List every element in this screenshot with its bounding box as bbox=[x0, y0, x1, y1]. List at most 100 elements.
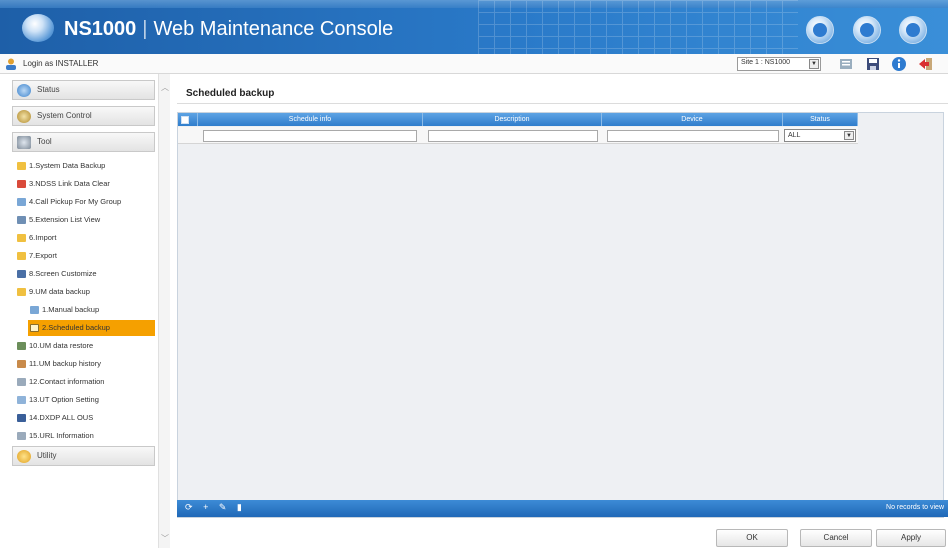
user-list-icon[interactable] bbox=[838, 56, 854, 72]
sidebar-item-label: 8.Screen Customize bbox=[29, 269, 97, 278]
column-header-schedule-info[interactable]: Schedule info bbox=[198, 113, 423, 126]
sidebar-item-label: 10.UM data restore bbox=[29, 341, 94, 350]
sidebar-item-label: 14.DXDP ALL OUS bbox=[29, 413, 94, 422]
history-icon bbox=[17, 360, 26, 368]
status-icon bbox=[17, 84, 31, 97]
title-separator: | bbox=[142, 18, 148, 40]
sidebar-item-label: 3.NDSS Link Data Clear bbox=[29, 179, 110, 188]
sidebar-item-label: 15.URL Information bbox=[29, 431, 94, 440]
column-header-device[interactable]: Device bbox=[602, 113, 783, 126]
ok-button[interactable]: OK bbox=[716, 529, 788, 547]
column-header-status[interactable]: Status bbox=[783, 113, 858, 126]
sidebar-item-call-pickup[interactable]: 4.Call Pickup For My Group bbox=[15, 194, 155, 210]
chevron-down-icon: ▼ bbox=[844, 131, 854, 140]
sidebar-item-um-data-restore[interactable]: 10.UM data restore bbox=[15, 338, 155, 354]
sidebar-item-extension-list-view[interactable]: 5.Extension List View bbox=[15, 212, 155, 228]
select-all-checkbox[interactable] bbox=[181, 116, 189, 124]
phone-icon bbox=[17, 396, 26, 404]
site-select[interactable]: Site 1 : NS1000 ▼ bbox=[737, 57, 821, 71]
sidebar: Status System Control Tool 1.System Data… bbox=[0, 74, 170, 548]
sidebar-item-dxdp-all-ous[interactable]: 14.DXDP ALL OUS bbox=[15, 410, 155, 426]
tools-icon[interactable] bbox=[853, 16, 881, 44]
scroll-up-icon[interactable]: ︿ bbox=[161, 82, 169, 93]
header-decoration bbox=[478, 0, 798, 54]
sidebar-item-scheduled-backup[interactable]: 2.Scheduled backup bbox=[28, 320, 155, 336]
sidebar-header-label: Utility bbox=[37, 451, 57, 460]
home-icon[interactable] bbox=[806, 16, 834, 44]
sidebar-item-ndss-link-data-clear[interactable]: 3.NDSS Link Data Clear bbox=[15, 176, 155, 192]
sidebar-item-manual-backup[interactable]: 1.Manual backup bbox=[28, 302, 155, 318]
sidebar-item-screen-customize[interactable]: 8.Screen Customize bbox=[15, 266, 155, 282]
sidebar-item-label: 2.Scheduled backup bbox=[42, 323, 110, 332]
title-bar: NS1000 | Web Maintenance Console bbox=[0, 0, 948, 54]
contact-icon bbox=[17, 378, 26, 386]
status-filter-select[interactable]: ALL ▼ bbox=[784, 129, 856, 142]
list-icon bbox=[17, 216, 26, 224]
select-all-header bbox=[178, 113, 198, 126]
eraser-icon bbox=[17, 180, 26, 188]
scroll-down-icon[interactable]: ﹀ bbox=[161, 533, 169, 544]
page-header: Scheduled backup bbox=[177, 78, 948, 104]
sidebar-item-label: 9.UM data backup bbox=[29, 287, 90, 296]
sidebar-item-label: 1.System Data Backup bbox=[29, 161, 106, 170]
sidebar-header-utility[interactable]: Utility bbox=[12, 446, 155, 466]
schedule-grid: Schedule info Description Device Status … bbox=[177, 112, 944, 518]
column-header-description[interactable]: Description bbox=[423, 113, 602, 126]
sidebar-item-um-backup-history[interactable]: 11.UM backup history bbox=[15, 356, 155, 372]
sidebar-item-um-data-backup[interactable]: 9.UM data backup bbox=[15, 284, 155, 300]
user-icon bbox=[6, 58, 16, 70]
schedule-info-filter-input[interactable] bbox=[203, 130, 417, 142]
sidebar-item-export[interactable]: 7.Export bbox=[15, 248, 155, 264]
group-icon bbox=[17, 198, 26, 206]
url-icon bbox=[17, 432, 26, 440]
help-icon[interactable] bbox=[899, 16, 927, 44]
sidebar-item-label: 4.Call Pickup For My Group bbox=[29, 197, 122, 206]
cancel-button[interactable]: Cancel bbox=[800, 529, 872, 547]
logout-icon[interactable] bbox=[918, 56, 934, 72]
no-records-text: No records to view bbox=[886, 504, 944, 511]
sidebar-item-ut-option-setting[interactable]: 13.UT Option Setting bbox=[15, 392, 155, 408]
sidebar-item-label: 12.Contact information bbox=[29, 377, 105, 386]
delete-icon[interactable]: ▮ bbox=[237, 502, 242, 513]
sidebar-header-status[interactable]: Status bbox=[12, 80, 155, 100]
filter-row: ALL ▼ bbox=[178, 127, 858, 144]
folder-open-icon bbox=[17, 288, 26, 296]
calendar-icon bbox=[30, 324, 39, 332]
sidebar-item-contact-information[interactable]: 12.Contact information bbox=[15, 374, 155, 390]
sidebar-item-url-information[interactable]: 15.URL Information bbox=[15, 428, 155, 444]
network-icon bbox=[17, 414, 26, 422]
product-name: NS1000 bbox=[64, 18, 137, 40]
grid-toolbar: ⟳ + ✎ ▮ No records to view bbox=[177, 500, 948, 517]
app-title: NS1000 | Web Maintenance Console bbox=[64, 18, 393, 41]
main-panel: Scheduled backup Schedule info Descripti… bbox=[170, 74, 948, 548]
sidebar-item-label: 5.Extension List View bbox=[29, 215, 101, 224]
sidebar-header-system-control[interactable]: System Control bbox=[12, 106, 155, 126]
device-filter-input[interactable] bbox=[607, 130, 779, 142]
sidebar-item-import[interactable]: 6.Import bbox=[15, 230, 155, 246]
utility-icon bbox=[17, 450, 31, 463]
sidebar-header-tool[interactable]: Tool bbox=[12, 132, 155, 152]
grid-tools: ⟳ + ✎ ▮ bbox=[185, 502, 250, 513]
sidebar-item-system-data-backup[interactable]: 1.System Data Backup bbox=[15, 158, 155, 174]
sidebar-item-label: 1.Manual backup bbox=[42, 305, 100, 314]
save-icon[interactable] bbox=[865, 56, 881, 72]
status-filter-value: ALL bbox=[788, 132, 801, 139]
login-status: Login as INSTALLER bbox=[23, 59, 99, 68]
page-title: Scheduled backup bbox=[186, 88, 275, 99]
folder-icon bbox=[17, 162, 26, 170]
folder-icon bbox=[17, 252, 26, 260]
edit-icon[interactable]: ✎ bbox=[219, 502, 227, 513]
sidebar-item-label: 6.Import bbox=[29, 233, 57, 242]
description-filter-input[interactable] bbox=[428, 130, 598, 142]
refresh-icon[interactable]: ⟳ bbox=[185, 502, 193, 513]
sidebar-item-label: 7.Export bbox=[29, 251, 57, 260]
folder-icon bbox=[17, 234, 26, 242]
manual-backup-icon bbox=[30, 306, 39, 314]
info-icon[interactable] bbox=[891, 56, 907, 72]
system-control-icon bbox=[17, 110, 31, 123]
chevron-down-icon: ▼ bbox=[809, 59, 819, 69]
add-icon[interactable]: + bbox=[203, 502, 208, 512]
sidebar-header-label: Tool bbox=[37, 137, 52, 146]
sidebar-scrollbar[interactable]: ︿ ﹀ bbox=[158, 74, 170, 548]
apply-button[interactable]: Apply bbox=[876, 529, 946, 547]
